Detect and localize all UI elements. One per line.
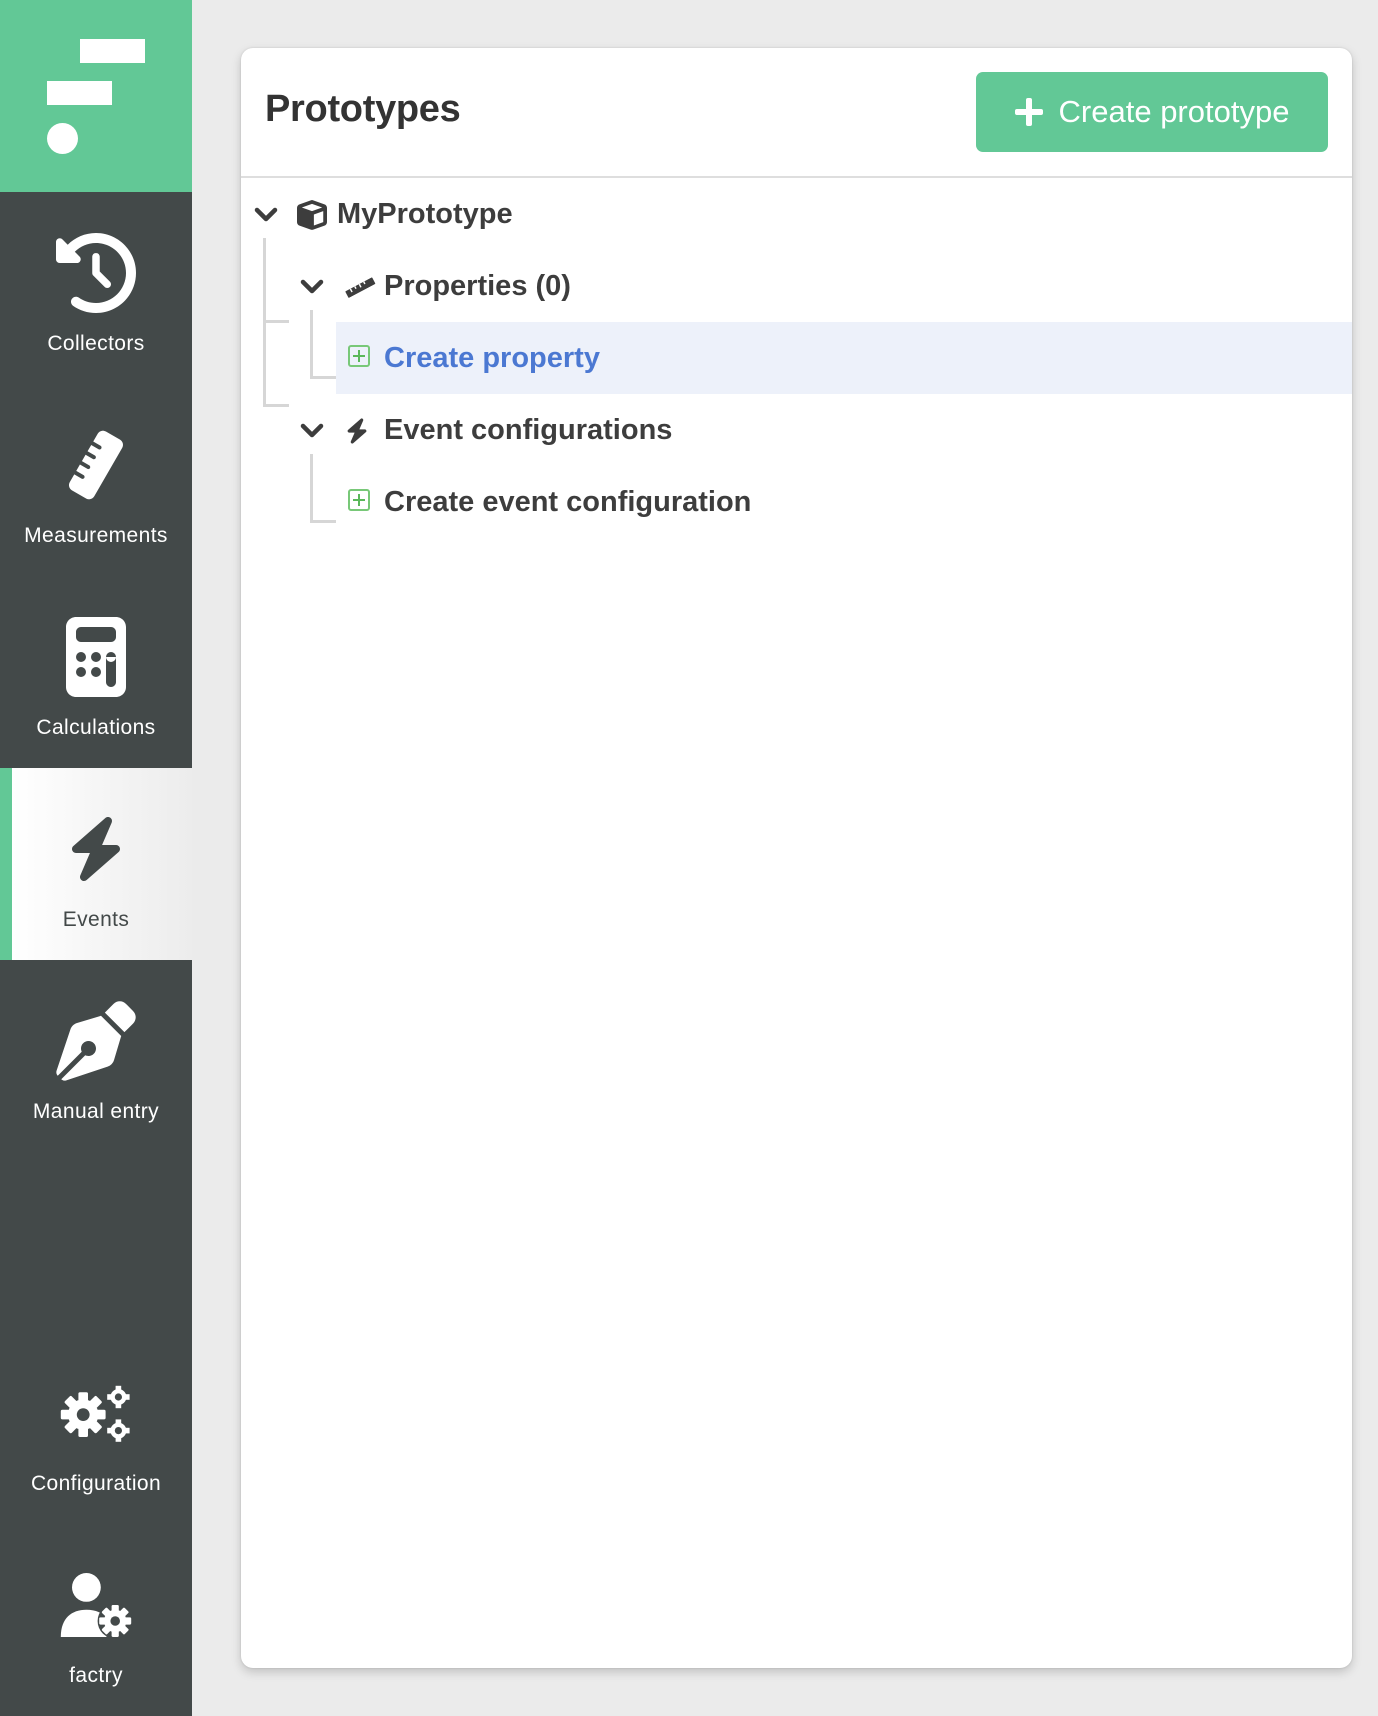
sidebar-item-label: Measurements — [24, 524, 168, 547]
tree-connector — [310, 376, 336, 379]
sidebar-item-label: Manual entry — [32, 1100, 160, 1123]
sidebar-item-label: Collectors — [47, 332, 145, 355]
ruler-icon — [56, 425, 136, 505]
tree-node-prototype[interactable]: MyPrototype — [241, 178, 1352, 250]
logo-dot — [47, 123, 78, 154]
history-icon — [56, 232, 136, 313]
sidebar-item-label: Events — [62, 908, 130, 931]
user-gear-icon — [56, 1565, 136, 1645]
tree-node-label: MyPrototype — [337, 198, 513, 230]
create-property-link[interactable]: Create property — [336, 322, 1352, 394]
sidebar-item-collectors[interactable]: Collectors — [0, 192, 192, 384]
cube-icon — [297, 200, 327, 230]
tree-node-properties[interactable]: Properties (0) — [241, 250, 1352, 322]
tree-node-label: Event configurations — [384, 414, 673, 446]
sidebar-item-measurements[interactable]: Measurements — [0, 384, 192, 576]
calculator-icon — [56, 616, 136, 697]
create-prototype-label: Create prototype — [1058, 94, 1290, 129]
chevron-down-icon[interactable] — [300, 418, 324, 442]
sidebar-item-label: Calculations — [36, 716, 156, 739]
sidebar-item-label: factry — [69, 1664, 123, 1687]
logo-bar-top — [80, 39, 145, 63]
gears-icon — [56, 1373, 136, 1453]
bolt-icon — [346, 416, 368, 446]
sidebar-item-user[interactable]: factry — [0, 1524, 192, 1716]
add-square-icon — [348, 489, 370, 511]
add-square-icon — [348, 345, 370, 367]
logo[interactable] — [0, 0, 192, 192]
sidebar-item-manual-entry[interactable]: Manual entry — [0, 960, 192, 1152]
bolt-icon — [56, 809, 136, 889]
chevron-down-icon[interactable] — [300, 274, 324, 298]
sidebar-item-configuration[interactable]: Configuration — [0, 1332, 192, 1524]
plus-icon — [1014, 98, 1043, 126]
sidebar: Collectors Measurements Calculations Eve… — [0, 0, 192, 1716]
tree-node-label: Properties (0) — [384, 270, 571, 302]
prototypes-panel: Prototypes Create prototype MyPrototype — [241, 48, 1352, 1668]
page-title: Prototypes — [265, 88, 461, 130]
sidebar-item-calculations[interactable]: Calculations — [0, 576, 192, 768]
create-event-configuration-link[interactable]: Create event configuration — [241, 466, 1352, 538]
create-prototype-button[interactable]: Create prototype — [976, 72, 1328, 152]
sidebar-item-events[interactable]: Events — [0, 768, 192, 960]
ruler-icon — [342, 272, 378, 302]
sidebar-item-label: Configuration — [30, 1472, 162, 1495]
chevron-down-icon[interactable] — [254, 202, 278, 226]
tree-node-label: Create event configuration — [384, 486, 752, 518]
tree-node-event-configurations[interactable]: Event configurations — [241, 394, 1352, 466]
pen-icon — [56, 1000, 136, 1081]
tree-node-label: Create property — [384, 342, 600, 374]
panel-header: Prototypes Create prototype — [241, 48, 1352, 178]
logo-bar-middle — [47, 81, 112, 105]
